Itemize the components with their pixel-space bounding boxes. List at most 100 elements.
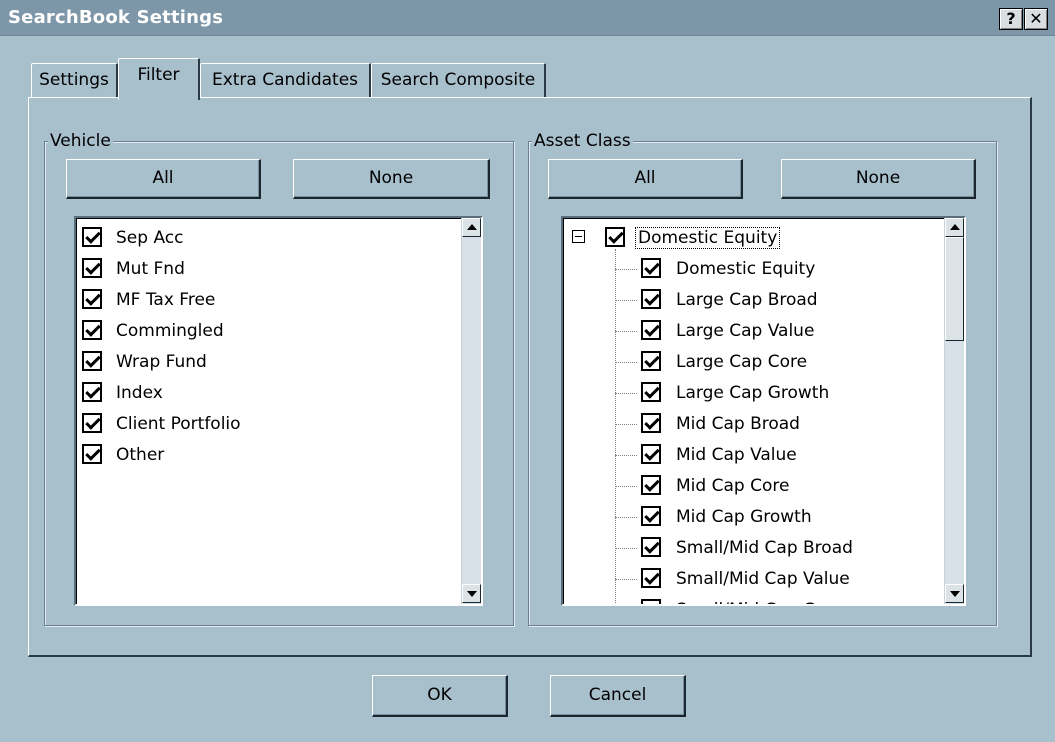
vehicle-item-label: Other xyxy=(116,445,165,465)
tab-search-composite-label: Search Composite xyxy=(380,70,536,90)
vehicle-item-label: Client Portfolio xyxy=(116,414,241,434)
asset-class-none-button[interactable]: None xyxy=(781,159,976,199)
title-bar[interactable]: SearchBook Settings ? ✕ xyxy=(0,0,1055,36)
asset-class-checkbox[interactable] xyxy=(641,413,661,433)
asset-class-checkbox[interactable] xyxy=(641,475,661,495)
vehicle-scroll-up-button[interactable] xyxy=(462,218,481,237)
root-checkbox[interactable] xyxy=(605,227,625,247)
tree-branch-line xyxy=(615,362,637,363)
vehicle-list[interactable]: Sep Acc Mut Fnd MF Tax Free Commingled Wrap … xyxy=(74,216,483,606)
tab-search-composite[interactable]: Search Composite xyxy=(371,63,546,98)
help-icon: ? xyxy=(1006,9,1016,28)
vehicle-list-item[interactable]: Wrap Fund xyxy=(116,348,207,376)
tree-root-label: Domestic Equity xyxy=(634,227,781,249)
arrow-up-icon xyxy=(950,224,960,230)
tree-item-label: Small/Mid Cap Broad xyxy=(676,538,853,558)
close-icon: ✕ xyxy=(1029,9,1043,28)
tree-item-label: Mid Cap Value xyxy=(676,445,797,465)
asset-class-checkbox[interactable] xyxy=(641,289,661,309)
tab-filter[interactable]: Filter xyxy=(118,58,200,100)
vehicle-list-item[interactable]: Commingled xyxy=(116,317,224,345)
tree-item[interactable]: Mid Cap Value xyxy=(676,441,797,469)
tab-settings[interactable]: Settings xyxy=(31,63,118,98)
tree-connector-line xyxy=(615,249,616,604)
arrow-down-icon xyxy=(467,591,477,597)
tab-extra-candidates[interactable]: Extra Candidates xyxy=(200,63,371,98)
vehicle-checkbox[interactable] xyxy=(82,351,102,371)
asset-class-checkbox[interactable] xyxy=(641,382,661,402)
tree-item[interactable]: Small/Mid Cap Broad xyxy=(676,534,853,562)
tree-branch-line xyxy=(615,269,637,270)
tree-branch-line xyxy=(615,393,637,394)
tree-item-label: Domestic Equity xyxy=(676,259,816,279)
vehicle-checkbox[interactable] xyxy=(82,227,102,247)
vehicle-item-label: MF Tax Free xyxy=(116,290,216,310)
tree-branch-line xyxy=(615,517,637,518)
vehicle-item-label: Wrap Fund xyxy=(116,352,207,372)
help-button[interactable]: ? xyxy=(999,8,1023,30)
tree-item[interactable]: Large Cap Value xyxy=(676,317,814,345)
asset-class-checkbox[interactable] xyxy=(641,506,661,526)
asset-scroll-down-button[interactable] xyxy=(945,584,964,603)
tree-item[interactable]: Mid Cap Core xyxy=(676,472,789,500)
tree-item[interactable]: Mid Cap Broad xyxy=(676,410,800,438)
vehicle-item-label: Sep Acc xyxy=(116,228,184,248)
asset-class-checkbox[interactable] xyxy=(641,568,661,588)
ok-button[interactable]: OK xyxy=(372,675,508,717)
vehicle-checkbox[interactable] xyxy=(82,320,102,340)
vehicle-checkbox[interactable] xyxy=(82,444,102,464)
tree-item[interactable]: Small/Mid Cap Core xyxy=(676,596,842,604)
tree-branch-line xyxy=(615,300,637,301)
vehicle-list-item[interactable]: Client Portfolio xyxy=(116,410,241,438)
vehicle-list-item[interactable]: MF Tax Free xyxy=(116,286,215,314)
vehicle-none-button[interactable]: None xyxy=(293,159,490,199)
asset-class-checkbox[interactable] xyxy=(641,444,661,464)
collapse-toggle-icon[interactable] xyxy=(572,230,585,243)
asset-class-group-label: Asset Class xyxy=(532,131,633,151)
tree-branch-line xyxy=(615,579,637,580)
window-title: SearchBook Settings xyxy=(8,7,224,28)
asset-class-checkbox[interactable] xyxy=(641,320,661,340)
tree-item[interactable]: Domestic Equity xyxy=(676,255,815,283)
tree-item[interactable]: Mid Cap Growth xyxy=(676,503,812,531)
asset-class-scrollbar[interactable] xyxy=(944,218,964,604)
vehicle-checkbox[interactable] xyxy=(82,413,102,433)
tab-filter-label: Filter xyxy=(137,65,180,85)
vehicle-scrollbar[interactable] xyxy=(461,218,481,604)
tree-item-label: Large Cap Broad xyxy=(676,290,818,310)
vehicle-list-item[interactable]: Sep Acc xyxy=(116,224,183,252)
close-button[interactable]: ✕ xyxy=(1024,8,1048,30)
tree-branch-line xyxy=(615,486,637,487)
asset-scroll-up-button[interactable] xyxy=(945,218,964,237)
asset-scroll-thumb[interactable] xyxy=(945,237,964,341)
vehicle-list-item[interactable]: Index xyxy=(116,379,163,407)
tree-item[interactable]: Large Cap Broad xyxy=(676,286,818,314)
vehicle-item-label: Commingled xyxy=(116,321,224,341)
vehicle-checkbox[interactable] xyxy=(82,382,102,402)
settings-dialog: SearchBook Settings ? ✕ Settings Filter … xyxy=(0,0,1055,742)
tree-item[interactable]: Large Cap Growth xyxy=(676,379,829,407)
tree-item[interactable]: Large Cap Core xyxy=(676,348,807,376)
tree-branch-line xyxy=(615,331,637,332)
asset-class-checkbox[interactable] xyxy=(641,537,661,557)
tree-item-label: Mid Cap Broad xyxy=(676,414,800,434)
vehicle-list-item[interactable]: Mut Fnd xyxy=(116,255,185,283)
tree-root-item[interactable]: Domestic Equity xyxy=(634,224,781,252)
vehicle-checkbox[interactable] xyxy=(82,289,102,309)
asset-class-tree[interactable]: Domestic Equity Domestic Equity Large Cap… xyxy=(561,216,966,606)
cancel-button[interactable]: Cancel xyxy=(550,675,686,717)
tree-item-label: Mid Cap Core xyxy=(676,476,790,496)
tree-branch-line xyxy=(615,455,637,456)
asset-class-checkbox[interactable] xyxy=(641,599,661,604)
asset-class-checkbox[interactable] xyxy=(641,351,661,371)
vehicle-checkbox[interactable] xyxy=(82,258,102,278)
asset-class-checkbox[interactable] xyxy=(641,258,661,278)
tree-item[interactable]: Small/Mid Cap Value xyxy=(676,565,850,593)
vehicle-item-label: Index xyxy=(116,383,163,403)
vehicle-list-item[interactable]: Other xyxy=(116,441,164,469)
asset-class-all-button[interactable]: All xyxy=(548,159,743,199)
vehicle-all-button[interactable]: All xyxy=(66,159,261,199)
vehicle-scroll-down-button[interactable] xyxy=(462,584,481,603)
vehicle-item-label: Mut Fnd xyxy=(116,259,185,279)
tree-branch-line xyxy=(615,548,637,549)
